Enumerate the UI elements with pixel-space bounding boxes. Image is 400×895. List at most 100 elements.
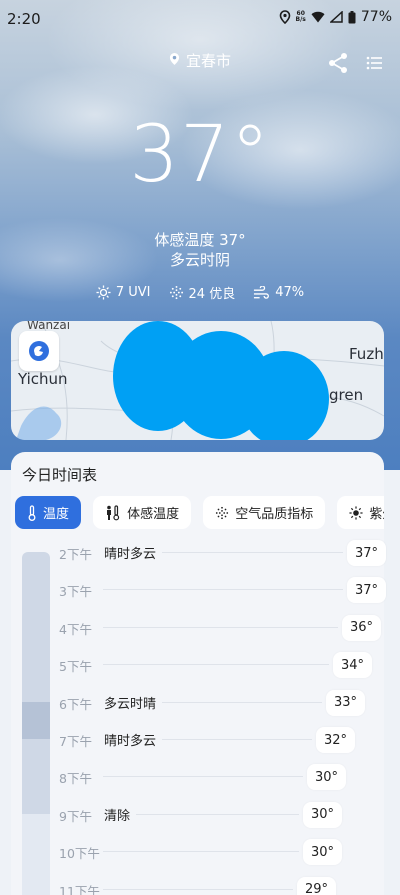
- hour-guide-line: [103, 888, 293, 890]
- hour-condition: 晴时多云: [104, 547, 157, 562]
- location-name: 宜春市: [185, 52, 231, 70]
- hour-label: 8下午: [59, 771, 92, 787]
- hour-condition: 清除: [104, 808, 131, 824]
- wifi-icon: [311, 11, 325, 23]
- air-quality: 24 优良: [169, 283, 236, 302]
- tab-temperature[interactable]: 温度: [15, 496, 82, 529]
- hour-temperature: 37°: [347, 577, 387, 604]
- radar-map-card[interactable]: Wanzai Yichun Fuzh gren: [11, 321, 384, 440]
- hourly-tabs: 温度 体感温度 空气品质指标 紫外: [15, 496, 384, 530]
- humidity-value: 47%: [275, 285, 305, 300]
- current-metrics: 7 UVI 24 优良 47%: [0, 283, 400, 302]
- hour-temperature: 37°: [347, 540, 387, 566]
- bar-segment: [22, 552, 50, 702]
- hourly-row: 2下午 晴时多云 37°: [57, 540, 387, 566]
- condition-timeline-bar: [22, 552, 50, 895]
- humidity: 47%: [253, 283, 304, 302]
- aqi-value: 24 优良: [188, 287, 236, 302]
- share-button[interactable]: [326, 52, 350, 74]
- hour-guide-line: [162, 701, 322, 703]
- tab-label: 温度: [43, 507, 70, 522]
- air-quality-icon: [216, 506, 229, 519]
- hourly-row: 5下午 34°: [57, 652, 377, 679]
- list-icon: [366, 56, 382, 70]
- status-time: 2:20: [7, 10, 41, 28]
- battery-percent: 77%: [360, 9, 392, 25]
- hour-label: 9下午: [59, 808, 92, 824]
- hour-label: 6下午: [59, 696, 92, 712]
- location-status-icon: [279, 10, 291, 24]
- hour-guide-line: [103, 776, 303, 778]
- map-label: Fuzh: [349, 345, 384, 363]
- hour-guide-line: [103, 626, 338, 628]
- tab-air-quality[interactable]: 空气品质指标: [203, 496, 326, 529]
- uv-index: 7 UVI: [96, 283, 151, 302]
- hour-condition: 晴时多云: [104, 734, 157, 749]
- hour-temperature: 29°: [297, 876, 337, 895]
- hour-label: 2下午: [59, 547, 92, 562]
- location-pin-icon: [169, 52, 180, 70]
- signal-icon: [329, 11, 343, 23]
- map-label: gren: [329, 386, 364, 404]
- radar-logo: [19, 331, 59, 371]
- list-menu-button[interactable]: [364, 53, 386, 73]
- hour-label: 10下午: [59, 846, 100, 862]
- hour-temperature: 30°: [303, 801, 343, 828]
- hour-guide-line: [103, 851, 299, 853]
- hour-label: 7下午: [59, 734, 92, 749]
- hour-temperature: 36°: [342, 614, 382, 641]
- tab-label: 体感温度: [127, 507, 180, 522]
- hour-guide-line: [103, 664, 329, 666]
- hour-temperature: 32°: [316, 727, 356, 753]
- bar-segment: [22, 814, 50, 895]
- person-thermometer-icon: [107, 504, 120, 520]
- speed-unit: B/s: [295, 16, 306, 23]
- battery-icon: [348, 10, 356, 24]
- map-label: Yichun: [18, 370, 68, 388]
- sun-icon: [349, 505, 363, 520]
- hourly-row: 9下午 清除 30°: [57, 801, 377, 828]
- air-quality-icon: [169, 285, 183, 300]
- tab-uv[interactable]: 紫外: [337, 496, 384, 529]
- redaction-blob: [239, 351, 329, 440]
- hour-label: 3下午: [59, 584, 92, 600]
- uv-value: 7 UVI: [115, 285, 151, 300]
- hour-temperature: 33°: [326, 689, 366, 716]
- hour-temperature: 34°: [333, 652, 373, 679]
- hourly-row: 6下午 多云时晴 33°: [57, 689, 377, 716]
- hourly-row: 8下午 30°: [57, 764, 377, 791]
- sun-icon: [96, 285, 111, 300]
- tab-label: 空气品质指标: [235, 507, 314, 522]
- network-speed-icon: 60 B/s: [296, 11, 306, 23]
- hourly-row: 3下午 37°: [57, 577, 387, 604]
- hour-guide-line: [136, 813, 299, 815]
- hour-condition: 多云时晴: [104, 696, 157, 712]
- bar-segment: [22, 702, 50, 739]
- status-bar: 2:20 60 B/s 77%: [0, 0, 400, 38]
- hour-label: 11下午: [59, 883, 100, 895]
- share-icon: [329, 53, 347, 73]
- current-temperature: 37°: [129, 110, 271, 200]
- hour-label: 4下午: [59, 621, 92, 637]
- hour-guide-line: [103, 589, 343, 591]
- status-icons: 60 B/s 77%: [279, 9, 392, 25]
- tab-label: 紫外: [369, 507, 384, 522]
- hourly-row: 7下午 晴时多云 32°: [57, 727, 377, 753]
- hour-temperature: 30°: [307, 764, 347, 791]
- bar-segment: [22, 739, 50, 814]
- hourly-row: 11下午 29°: [57, 876, 377, 895]
- hourly-forecast-card: 今日时间表 温度 体感温度 空气品质指标 紫外 2下午晴时多云37°3下午37°…: [11, 452, 387, 895]
- radar-icon: [29, 341, 49, 361]
- feels-like-temperature: 体感温度 37°: [154, 231, 246, 249]
- tab-feels-like[interactable]: 体感温度: [93, 496, 192, 529]
- hourly-row: 4下午 36°: [57, 614, 382, 641]
- wind-humidity-icon: [254, 285, 270, 299]
- hour-temperature: 30°: [303, 839, 343, 866]
- hour-label: 5下午: [59, 659, 92, 675]
- current-condition: 多云时阴: [169, 251, 230, 269]
- hourly-row: 10下午 30°: [57, 839, 377, 866]
- hourly-title: 今日时间表: [22, 466, 98, 484]
- thermometer-icon: [28, 504, 36, 521]
- hour-guide-line: [162, 739, 312, 740]
- hour-guide-line: [162, 552, 343, 553]
